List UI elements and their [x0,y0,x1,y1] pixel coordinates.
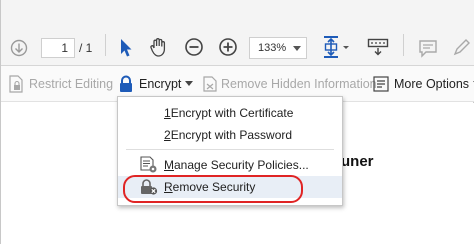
menu-item-label: Encrypt with Certificate [170,106,294,120]
pen-icon[interactable] [451,36,473,58]
restrict-editing-label: Restrict Editing [29,77,114,91]
page-number-input[interactable]: 1 [41,38,75,58]
menu-item-label: emove Security [172,180,256,194]
chevron-down-icon [293,46,301,51]
more-options-label: More Options [394,77,470,91]
menu-item-encrypt-certificate[interactable]: 1 Encrypt with Certificate [118,102,342,124]
restrict-editing-button[interactable]: Restrict Editing [9,66,113,102]
accelerator-key: 2 [164,128,171,142]
select-arrow-icon[interactable] [115,36,137,60]
hand-icon[interactable] [147,35,171,59]
menu-item-label: anage Security Policies... [174,158,309,172]
menu-item-manage-security-policies[interactable]: Manage Security Policies... [118,154,342,176]
menu-item-label: Encrypt with Password [170,128,293,142]
document-text: uner [341,153,374,170]
menu-divider [126,149,334,150]
encrypt-menu: 1 Encrypt with Certificate 2 Encrypt wit… [117,96,343,206]
window-frame: 1 / 1 133% Restrict Editing Encrypt Remo… [0,0,474,244]
zoom-in-icon[interactable] [217,36,239,58]
policy-document-icon [140,156,157,173]
down-arrow-circle-icon[interactable] [9,38,29,58]
main-toolbar: 1 / 1 133% [1,0,474,66]
lock-icon [120,75,132,92]
encrypt-label: Encrypt [139,77,182,91]
accelerator-key: M [164,158,174,172]
page-total-label: / 1 [79,41,93,55]
menu-item-encrypt-password[interactable]: 2 Encrypt with Password [118,124,342,146]
keyboard-icon[interactable] [367,37,389,57]
comment-icon[interactable] [417,37,439,59]
zoom-out-icon[interactable] [183,36,205,58]
zoom-value: 133% [258,42,287,54]
remove-document-icon [203,76,217,92]
accelerator-key: 1 [164,106,171,120]
menu-item-remove-security[interactable]: Remove Security [118,176,342,198]
more-options-button[interactable]: More Options [373,66,474,102]
chevron-down-icon [185,81,194,86]
accelerator-key: R [164,180,173,194]
unlock-icon [141,179,158,195]
remove-hidden-label: Remove Hidden Information [221,77,377,91]
options-list-icon [373,76,389,92]
fit-page-icon[interactable] [321,34,351,60]
zoom-select[interactable]: 133% [249,37,307,59]
document-lock-icon [9,75,23,93]
